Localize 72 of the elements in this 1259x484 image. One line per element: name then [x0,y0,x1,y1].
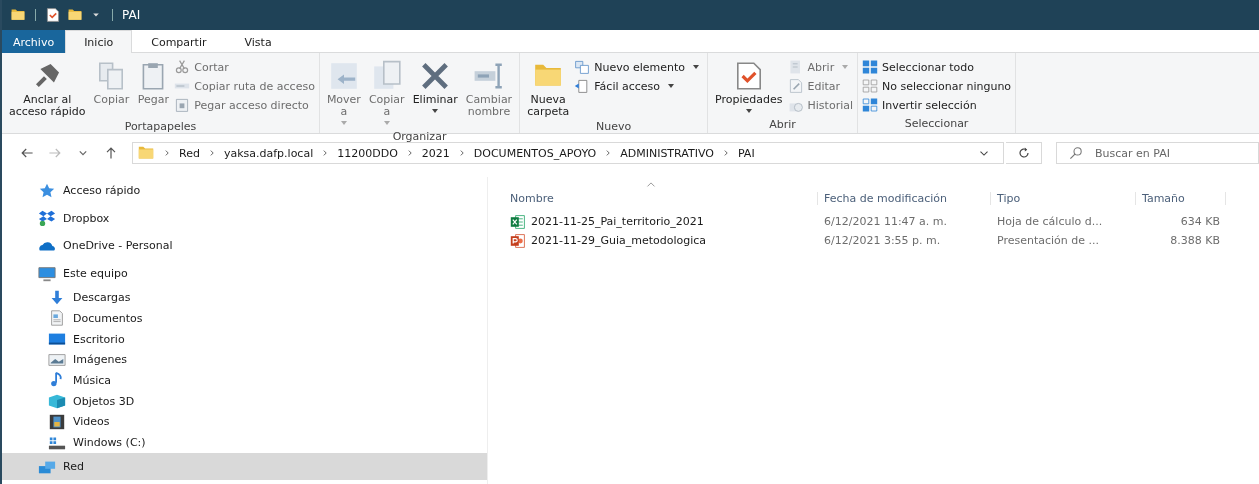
group-label: Abrir [768,118,797,133]
properties-icon [45,7,61,23]
ribbon-button[interactable]: Eliminar [409,55,461,130]
nav-item[interactable]: Imágenes [2,349,487,371]
ribbon-tab[interactable]: Compartir [132,30,226,53]
nav-item[interactable]: OneDrive - Personal [2,232,487,260]
table-cell-text: 6/12/2021 11:47 a. m. [823,215,949,228]
window-title: PAI [122,8,141,22]
ribbon-button[interactable]: Nuevo elemento [574,59,704,75]
search-icon [1068,145,1084,161]
group-label: Seleccionar [903,117,970,132]
nav-item[interactable]: Videos [2,411,487,433]
monitor-icon [38,264,56,283]
breadcrumb[interactable]: ADMINISTRATIVO [620,146,714,160]
search-field[interactable]: Buscar en PAI [1056,142,1259,164]
select-none-icon [862,78,879,94]
table-cell-text: 634 KB [1179,215,1221,228]
shortcut-icon [174,97,191,113]
dropbox-icon [38,209,56,228]
refresh-button[interactable] [1006,142,1042,164]
scissors-icon [174,59,191,75]
table-cell-text: Hoja de cálculo d... [996,215,1104,228]
address-bar[interactable]: Red yaksa.dafp.local 11200DDO 2021 DOCUMENTOS_APOYO ADMINISTRATIVO PAI [132,142,1004,164]
folder-icon [10,7,26,23]
nav-item[interactable]: Acceso rápido [2,177,487,205]
nav-item[interactable]: Este equipo [2,259,487,288]
nav-item[interactable]: Windows (C:) [2,432,487,453]
breadcrumb[interactable]: yaksa.dafp.local [223,146,314,160]
ribbon-button[interactable]: Propiedades [712,55,786,118]
column-header[interactable]: Tipo [991,192,1136,205]
breadcrumb[interactable]: 11200DDO [337,146,398,160]
folder-icon [67,7,83,23]
file-name[interactable]: 2021-11-25_Pai_territorio_2021 [504,213,818,230]
ribbon-button[interactable]: Seleccionar todo [862,59,1012,75]
breadcrumb[interactable]: PAI [737,146,755,160]
nav-item[interactable]: Documentos [2,308,487,329]
nav-item[interactable]: Descargas [2,287,487,309]
nav-item[interactable]: Objetos 3D [2,390,487,412]
column-header[interactable]: Tamaño [1136,192,1226,205]
cube-icon [48,392,66,411]
group-label: Nuevo [595,120,633,133]
new-item-icon [574,59,591,75]
invert-selection-icon [862,97,879,113]
nav-item[interactable]: Red [2,452,487,481]
spreadsheet-icon [510,213,526,230]
nav-item[interactable]: Música [2,370,487,391]
ribbon-button[interactable]: Invertir selección [862,97,1012,113]
film-icon [48,412,66,431]
ribbon-tab[interactable]: Vista [225,30,291,53]
presentation-icon [510,232,526,249]
table-cell-text: 8.388 KB [1169,234,1221,247]
ribbon-button[interactable]: Nueva carpeta [524,55,573,120]
group-label: Organizar [391,130,448,143]
ribbon-button[interactable]: Anclar al acceso rápido [6,55,89,120]
document-icon [48,309,66,328]
ribbon-button[interactable]: No seleccionar ninguno [862,78,1012,94]
file-menu-tab[interactable]: Archivo [2,30,66,53]
breadcrumb[interactable]: DOCUMENTOS_APOYO [473,146,597,160]
ribbon-button[interactable]: Fácil acceso [574,78,704,94]
select-all-icon [862,59,879,75]
edit-icon [787,78,804,94]
group-label: Portapapeles [123,120,198,133]
table-cell-text: Presentación de ... [996,234,1101,247]
ribbon-tab[interactable]: Inicio [65,30,133,53]
column-header[interactable]: Nombre [504,192,818,205]
column-header[interactable]: Fecha de modificación [818,192,991,205]
file-name[interactable]: 2021-11-29_Guia_metodologica [504,232,818,249]
nav-item[interactable]: Escritorio [2,328,487,350]
table-cell-text: 6/12/2021 3:55 p. m. [823,234,942,247]
breadcrumb[interactable]: Red [179,146,200,160]
nav-item[interactable]: Dropbox [2,204,487,233]
breadcrumb[interactable]: 2021 [421,146,450,160]
